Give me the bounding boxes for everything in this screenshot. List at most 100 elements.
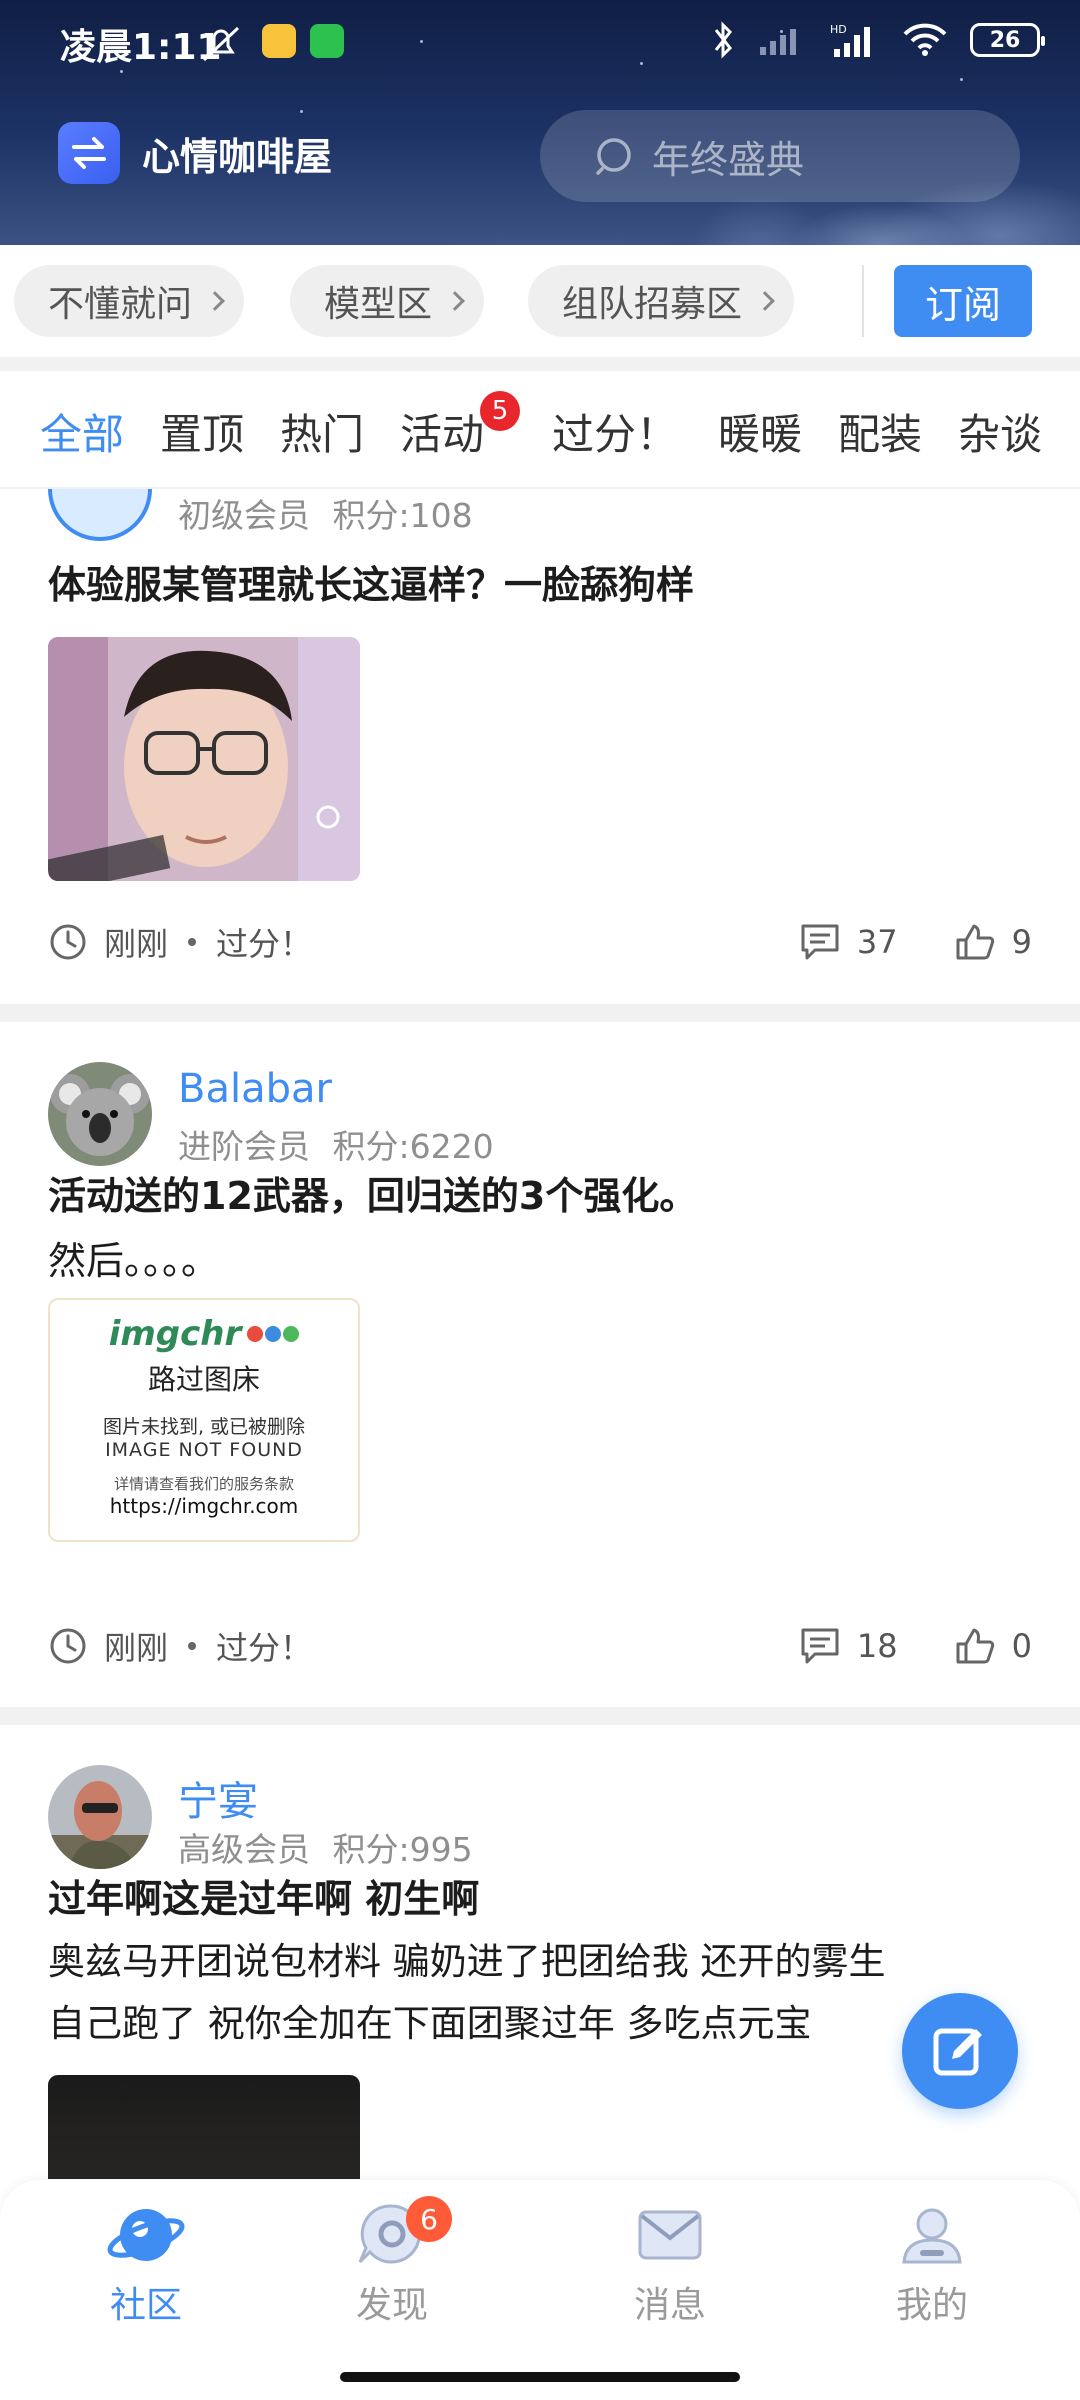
zone-divider bbox=[862, 265, 864, 337]
tab-chat[interactable]: 杂谈 bbox=[958, 401, 1042, 462]
imgchr-url: https://imgchr.com bbox=[109, 1494, 299, 1518]
switch-arrows-icon bbox=[72, 137, 106, 169]
zone-chip-label: 不懂就问 bbox=[48, 284, 193, 325]
like-count: 0 bbox=[1011, 1627, 1032, 1665]
selfie-photo bbox=[48, 637, 360, 881]
user-meta: 高级会员 积分:995 bbox=[178, 1823, 473, 1871]
tab-pinned[interactable]: 置顶 bbox=[160, 401, 244, 462]
post-body-line-2[interactable]: 自己跑了 祝你全加在下面团聚过年 多吃点元宝 bbox=[48, 1993, 1032, 2055]
zone-chip-team[interactable]: 组队招募区 bbox=[528, 265, 795, 337]
chevron-right-icon bbox=[205, 291, 225, 311]
post-card[interactable]: 宁宴 高级会员 积分:995 过年啊这是过年啊 初生啊 奥兹马开团说包材料 骗奶… bbox=[0, 1725, 1080, 2179]
search-icon bbox=[596, 138, 631, 175]
post-time: 刚刚 bbox=[104, 1629, 169, 1667]
zone-chip-model[interactable]: 模型区 bbox=[290, 265, 485, 337]
username[interactable]: Balabar bbox=[178, 1066, 332, 1112]
post-separator bbox=[0, 1004, 1080, 1022]
username[interactable]: 宁宴 bbox=[178, 1769, 258, 1827]
post-separator bbox=[0, 1707, 1080, 1725]
nav-discover[interactable]: 6 发现 bbox=[312, 2196, 472, 2328]
tab-activity[interactable]: 活动 bbox=[400, 401, 484, 462]
forum-switch-button[interactable] bbox=[58, 122, 120, 184]
post-card[interactable]: Balabar 进阶会员 积分:6220 活动送的12武器，回归送的3个强化。 … bbox=[0, 1022, 1080, 1712]
like-icon[interactable] bbox=[954, 1626, 996, 1666]
nav-profile[interactable]: 我的 bbox=[852, 2200, 1012, 2328]
wechat-icon bbox=[310, 24, 344, 58]
like-count: 9 bbox=[1011, 923, 1032, 961]
post-footer: 刚刚 过分！ 18 0 bbox=[48, 1618, 1032, 1674]
post-image-broken[interactable]: imgchr 路过图床 图片未找到, 或已被删除 IMAGE NOT FOUND… bbox=[48, 1298, 360, 1542]
tab-all[interactable]: 全部 bbox=[40, 401, 124, 462]
zone-chip-label: 模型区 bbox=[324, 284, 433, 325]
category-tabs: 全部 置顶 热门 活动 5 过分！ 暖暖 配装 杂谈 bbox=[0, 371, 1080, 489]
user-points: 积分:108 bbox=[332, 496, 473, 535]
activity-badge: 5 bbox=[480, 391, 520, 431]
post-category[interactable]: 过分！ bbox=[216, 1623, 312, 1669]
compose-post-button[interactable] bbox=[902, 1993, 1018, 2109]
forum-name[interactable]: 心情咖啡屋 bbox=[142, 126, 332, 181]
status-right: HD 26 bbox=[712, 20, 1045, 60]
comment-icon[interactable] bbox=[799, 922, 841, 962]
user-points: 积分:995 bbox=[332, 1830, 473, 1869]
clock-icon bbox=[50, 924, 86, 960]
imgchr-msg-cn: 图片未找到, 或已被删除 bbox=[102, 1416, 306, 1438]
zone-chip-label: 组队招募区 bbox=[562, 284, 743, 325]
post-title[interactable]: 活动送的12武器，回归送的3个强化。 bbox=[48, 1164, 1032, 1228]
dot-separator bbox=[188, 1642, 197, 1650]
tab-hot[interactable]: 热门 bbox=[280, 401, 364, 462]
post-footer: 刚刚 过分！ 37 9 bbox=[48, 914, 1032, 970]
post-title[interactable]: 过年啊这是过年啊 初生啊 bbox=[48, 1867, 1032, 1931]
post-category[interactable]: 过分！ bbox=[216, 919, 312, 965]
tab-gear[interactable]: 配装 bbox=[838, 401, 922, 462]
header-banner: 凌晨1:11 HD 26 心情咖啡屋 年终盛典 bbox=[0, 0, 1080, 245]
post-feed[interactable]: 初级会员 积分:108 体验服某管理就长这逼样？一脸舔狗样 刚刚 过分！ 37 … bbox=[0, 489, 1080, 2179]
user-meta: 初级会员 积分:108 bbox=[178, 489, 473, 537]
character-avatar-image bbox=[48, 1765, 152, 1869]
tab-warm[interactable]: 暖暖 bbox=[718, 401, 802, 462]
nav-messages[interactable]: 消息 bbox=[590, 2200, 750, 2328]
clock-icon bbox=[50, 1628, 86, 1664]
imgchr-msg-en: IMAGE NOT FOUND bbox=[105, 1439, 303, 1461]
home-indicator[interactable] bbox=[340, 2372, 740, 2382]
post-body-line-1[interactable]: 奥兹马开团说包材料 骗奶进了把团给我 还开的雾生 bbox=[48, 1931, 1032, 1993]
like-icon[interactable] bbox=[954, 922, 996, 962]
signal-hd-icon: HD bbox=[830, 23, 870, 57]
post-title[interactable]: 体验服某管理就长这逼样？一脸舔狗样 bbox=[48, 553, 1032, 617]
post-body[interactable]: 然后。。。。 bbox=[48, 1230, 1032, 1292]
user-meta: 进阶会员 积分:6220 bbox=[178, 1120, 494, 1168]
mute-icon bbox=[202, 26, 240, 62]
user-icon bbox=[902, 2208, 962, 2264]
bottom-navigation: 社区 6 发现 消息 我的 bbox=[0, 2180, 1080, 2400]
comment-icon[interactable] bbox=[799, 1626, 841, 1666]
avatar[interactable] bbox=[48, 489, 152, 541]
imgchr-name: 路过图床 bbox=[147, 1363, 260, 1396]
discover-badge: 6 bbox=[406, 2196, 452, 2242]
dot-separator bbox=[188, 938, 197, 946]
post-image[interactable] bbox=[48, 2075, 360, 2179]
user-level: 高级会员 bbox=[178, 1830, 310, 1869]
nav-community[interactable]: 社区 bbox=[66, 2200, 226, 2328]
zone-shortcuts: 不懂就问 模型区 组队招募区 订阅 bbox=[0, 245, 1080, 357]
zone-chip-ask[interactable]: 不懂就问 bbox=[14, 265, 245, 337]
nav-label: 社区 bbox=[109, 2285, 182, 2326]
chevron-right-icon bbox=[445, 291, 465, 311]
app-notification-icon bbox=[262, 24, 296, 58]
user-level: 初级会员 bbox=[178, 496, 310, 535]
edit-icon bbox=[933, 2028, 982, 2076]
post-card[interactable]: 初级会员 积分:108 体验服某管理就长这逼样？一脸舔狗样 刚刚 过分！ 37 … bbox=[0, 489, 1080, 999]
imgchr-logo-text: imgchr bbox=[108, 1314, 242, 1354]
post-image[interactable] bbox=[48, 637, 360, 881]
user-points: 积分:6220 bbox=[332, 1127, 494, 1166]
post-time: 刚刚 bbox=[104, 925, 169, 963]
avatar[interactable] bbox=[48, 1765, 152, 1869]
tab-excessive[interactable]: 过分！ bbox=[552, 401, 678, 462]
search-input[interactable]: 年终盛典 bbox=[540, 110, 1020, 202]
battery-indicator: 26 bbox=[970, 23, 1045, 57]
mail-icon bbox=[638, 2210, 702, 2260]
koala-avatar-image bbox=[48, 1062, 152, 1166]
bluetooth-icon bbox=[714, 21, 732, 59]
avatar[interactable] bbox=[48, 1062, 152, 1166]
subscribe-button[interactable]: 订阅 bbox=[894, 265, 1032, 337]
imgchr-logo: imgchr bbox=[109, 1314, 300, 1354]
nav-label: 发现 bbox=[355, 2285, 428, 2326]
